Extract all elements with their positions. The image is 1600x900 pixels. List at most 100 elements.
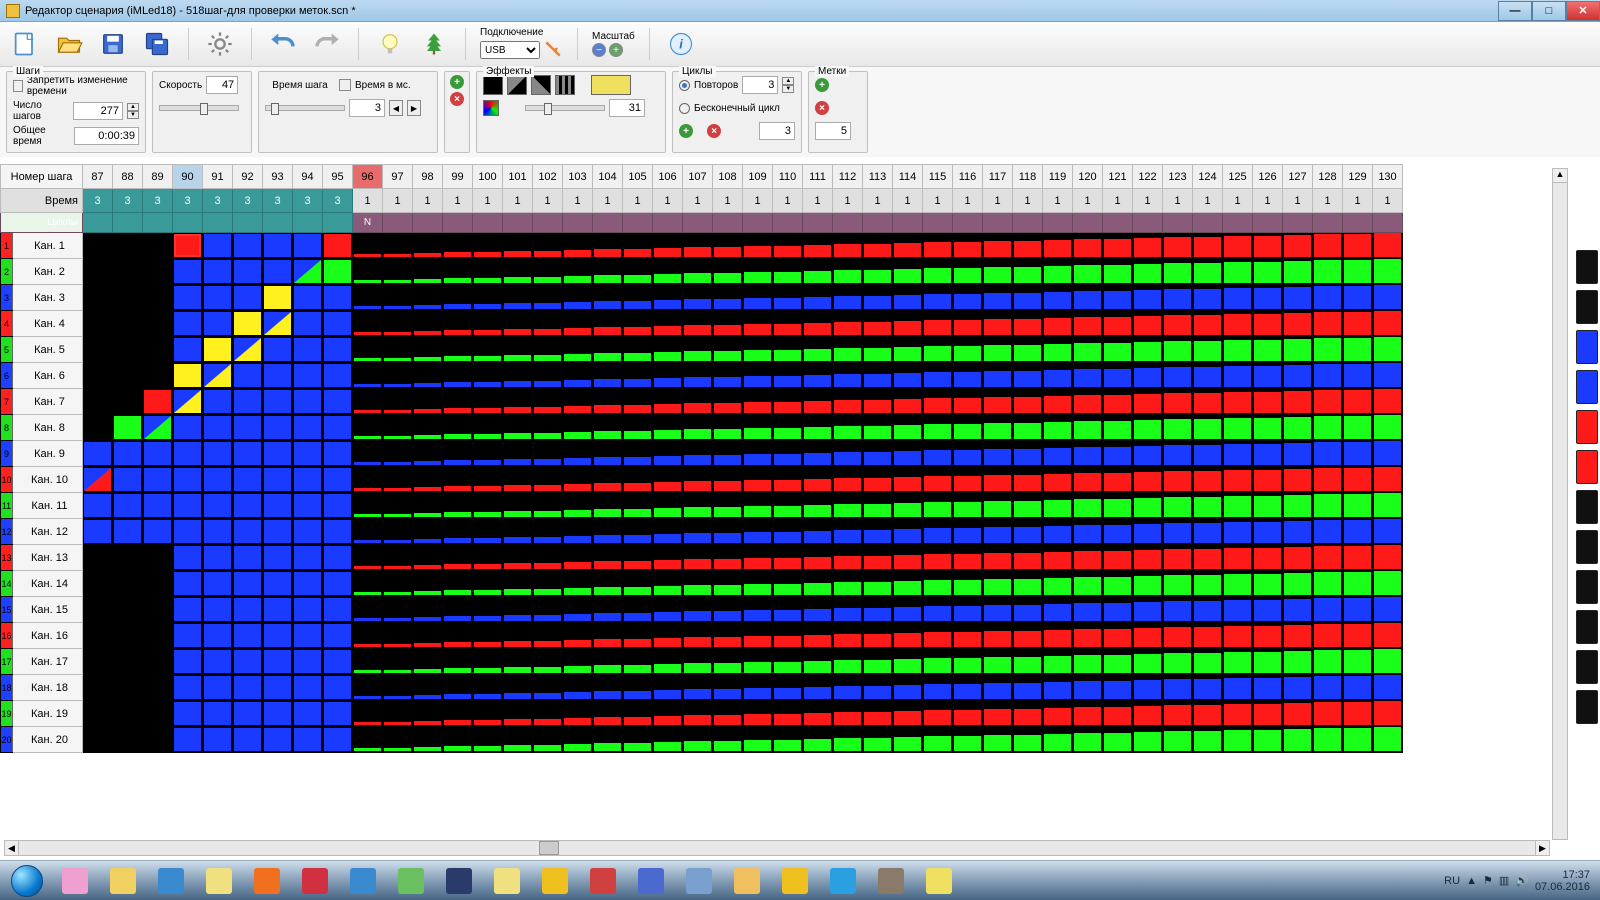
- grid-cell[interactable]: [83, 545, 113, 571]
- grid-cell[interactable]: [833, 623, 863, 649]
- grid-cell[interactable]: [563, 389, 593, 415]
- grid-cell[interactable]: [203, 259, 233, 285]
- grid-cell[interactable]: [923, 363, 953, 389]
- grid-cell[interactable]: [803, 571, 833, 597]
- grid-cell[interactable]: [413, 337, 443, 363]
- grid-cell[interactable]: [1073, 597, 1103, 623]
- grid-cell[interactable]: [1373, 623, 1403, 649]
- cycle-cell[interactable]: [1163, 213, 1193, 233]
- grid-cell[interactable]: [623, 389, 653, 415]
- grid-cell[interactable]: [203, 441, 233, 467]
- step-header[interactable]: 129: [1343, 165, 1373, 189]
- grid-cell[interactable]: [143, 597, 173, 623]
- grid-cell[interactable]: [1373, 259, 1403, 285]
- zoom-in-button[interactable]: +: [609, 43, 623, 57]
- grid-cell[interactable]: [1343, 623, 1373, 649]
- grid-cell[interactable]: [353, 649, 383, 675]
- grid-cell[interactable]: [83, 675, 113, 701]
- time-cell[interactable]: 3: [173, 189, 203, 213]
- grid-cell[interactable]: [1253, 311, 1283, 337]
- grid-cell[interactable]: [863, 285, 893, 311]
- grid-cell[interactable]: [143, 233, 173, 259]
- grid-cell[interactable]: [113, 571, 143, 597]
- time-cell[interactable]: 3: [203, 189, 233, 213]
- grid-cell[interactable]: [1013, 233, 1043, 259]
- grid-cell[interactable]: [1313, 415, 1343, 441]
- grid-cell[interactable]: [953, 675, 983, 701]
- speed-input[interactable]: [206, 76, 238, 94]
- grid-cell[interactable]: [1253, 363, 1283, 389]
- grid-cell[interactable]: [683, 389, 713, 415]
- grid-cell[interactable]: [323, 415, 353, 441]
- side-swatch[interactable]: [1576, 450, 1598, 484]
- grid-cell[interactable]: [203, 519, 233, 545]
- grid-cell[interactable]: [113, 311, 143, 337]
- cycle-cell[interactable]: [953, 213, 983, 233]
- grid-cell[interactable]: [1223, 519, 1253, 545]
- grid-cell[interactable]: [923, 285, 953, 311]
- grid-cell[interactable]: [1313, 493, 1343, 519]
- step-header[interactable]: 128: [1313, 165, 1343, 189]
- grid-cell[interactable]: [1313, 519, 1343, 545]
- cycle-cell[interactable]: [653, 213, 683, 233]
- grid-cell[interactable]: [983, 727, 1013, 753]
- grid-cell[interactable]: [1373, 701, 1403, 727]
- grid-cell[interactable]: [203, 285, 233, 311]
- grid-cell[interactable]: [593, 675, 623, 701]
- grid-cell[interactable]: [1163, 519, 1193, 545]
- grid-cell[interactable]: [593, 467, 623, 493]
- side-swatch[interactable]: [1576, 650, 1598, 684]
- effect-color[interactable]: [483, 100, 499, 116]
- grid-cell[interactable]: [923, 571, 953, 597]
- grid-cell[interactable]: [83, 311, 113, 337]
- start-button[interactable]: [4, 863, 50, 899]
- grid-cell[interactable]: [743, 415, 773, 441]
- cycle-cell[interactable]: [293, 213, 323, 233]
- step-header[interactable]: 102: [533, 165, 563, 189]
- grid-cell[interactable]: [413, 233, 443, 259]
- grid-cell[interactable]: [953, 493, 983, 519]
- grid-cell[interactable]: [383, 675, 413, 701]
- time-cell[interactable]: 3: [323, 189, 353, 213]
- grid-cell[interactable]: [923, 337, 953, 363]
- grid-cell[interactable]: [1223, 597, 1253, 623]
- grid-cell[interactable]: [623, 285, 653, 311]
- cycle-cell[interactable]: [563, 213, 593, 233]
- grid-cell[interactable]: [263, 545, 293, 571]
- grid-cell[interactable]: [983, 519, 1013, 545]
- grid-cell[interactable]: [773, 727, 803, 753]
- grid-cell[interactable]: [893, 337, 923, 363]
- grid-cell[interactable]: [1283, 623, 1313, 649]
- cycle-cell[interactable]: [1043, 213, 1073, 233]
- taskbar-office[interactable]: [340, 864, 386, 898]
- grid-cell[interactable]: [863, 441, 893, 467]
- grid-cell[interactable]: [173, 701, 203, 727]
- grid-cell[interactable]: [143, 649, 173, 675]
- channel-name[interactable]: Кан. 13: [13, 545, 83, 571]
- grid-cell[interactable]: [653, 337, 683, 363]
- time-cell[interactable]: 1: [1073, 189, 1103, 213]
- step-header[interactable]: 112: [833, 165, 863, 189]
- grid-cell[interactable]: [1223, 311, 1253, 337]
- grid-cell[interactable]: [263, 233, 293, 259]
- grid-cell[interactable]: [1103, 519, 1133, 545]
- grid-cell[interactable]: [143, 337, 173, 363]
- grid-cell[interactable]: [233, 675, 263, 701]
- grid-cell[interactable]: [353, 285, 383, 311]
- grid-cell[interactable]: [1103, 363, 1133, 389]
- grid-cell[interactable]: [1133, 545, 1163, 571]
- grid-cell[interactable]: [233, 649, 263, 675]
- grid-cell[interactable]: [1343, 649, 1373, 675]
- time-cell[interactable]: 1: [353, 189, 383, 213]
- grid-cell[interactable]: [1373, 649, 1403, 675]
- grid-cell[interactable]: [83, 363, 113, 389]
- grid-cell[interactable]: [353, 311, 383, 337]
- grid-cell[interactable]: [233, 727, 263, 753]
- grid-cell[interactable]: [353, 415, 383, 441]
- step-header[interactable]: 114: [893, 165, 923, 189]
- grid-cell[interactable]: [533, 415, 563, 441]
- grid-cell[interactable]: [653, 727, 683, 753]
- grid-cell[interactable]: [233, 415, 263, 441]
- grid-cell[interactable]: [743, 623, 773, 649]
- grid-cell[interactable]: [263, 727, 293, 753]
